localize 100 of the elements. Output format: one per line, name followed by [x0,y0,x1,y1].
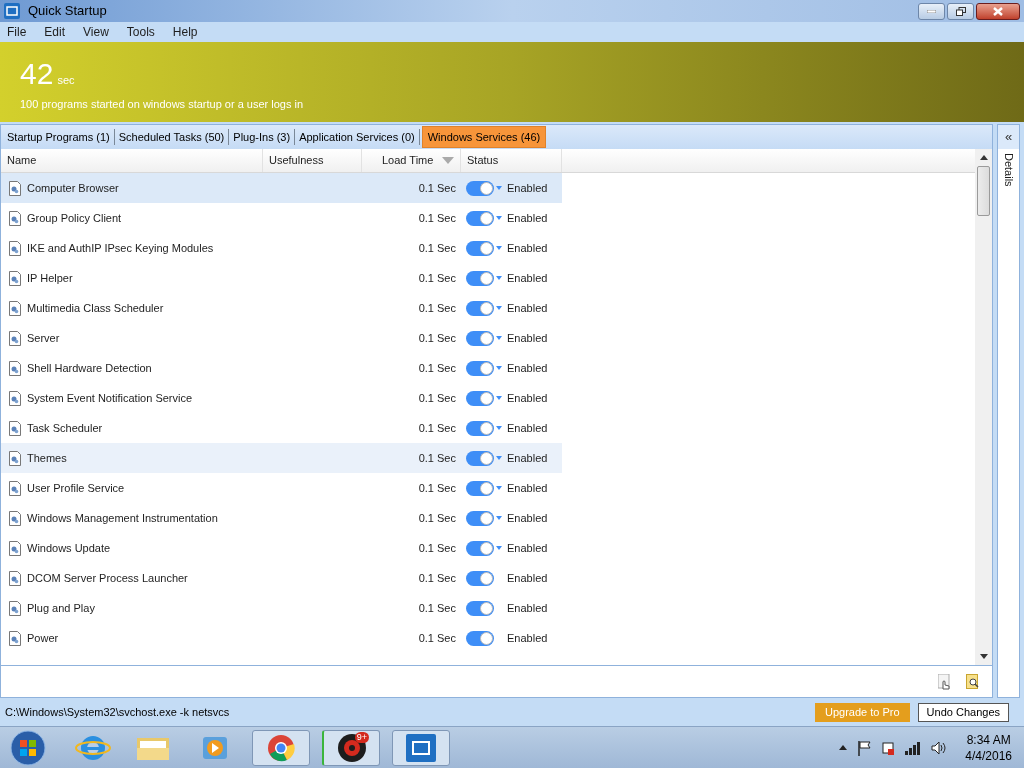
startup-time: 42 [20,58,54,90]
service-file-icon [9,210,21,226]
toggle-switch[interactable] [466,300,494,316]
toggle-switch[interactable] [466,480,494,496]
tab[interactable]: Startup Programs (1) [3,126,114,148]
table-row[interactable]: Power 0.1 Sec Enabled [1,623,562,653]
dropdown-caret-icon[interactable] [496,456,502,460]
service-name: Task Scheduler [27,420,103,436]
dropdown-caret-icon[interactable] [496,396,502,400]
service-file-icon [9,360,21,376]
close-icon [993,6,1003,16]
toggle-switch[interactable] [466,330,494,346]
volume-icon[interactable] [931,740,948,755]
details-label[interactable]: Details [1000,153,1017,187]
toggle-switch[interactable] [466,180,494,196]
toggle-switch[interactable] [466,540,494,556]
time-unit: sec [57,72,75,88]
table-row[interactable]: DCOM Server Process Launcher 0.1 Sec Enabled [1,563,562,593]
toggle-switch[interactable] [466,450,494,466]
load-time: 0.1 Sec [418,450,456,466]
menu-item[interactable]: View [82,23,110,41]
table-row[interactable]: Computer Browser 0.1 Sec Enabled [1,173,562,203]
tab[interactable]: Windows Services (46) [421,126,547,148]
tab[interactable]: Application Services (0) [295,126,419,148]
service-name: Shell Hardware Detection [27,360,152,376]
dropdown-caret-icon[interactable] [496,216,502,220]
search-document-icon[interactable] [966,673,980,690]
tab[interactable]: Scheduled Tasks (50) [114,126,229,148]
status-text: Enabled [507,300,548,316]
load-time: 0.1 Sec [418,300,456,316]
service-file-icon [9,270,21,286]
service-file-icon [9,450,21,466]
menu-item[interactable]: Edit [43,23,67,41]
menu-item[interactable]: Help [171,23,199,41]
column-header[interactable]: Usefulness [263,149,362,172]
dropdown-caret-icon[interactable] [496,276,502,280]
clock-date[interactable]: 4/4/2016 [965,747,1012,764]
dropdown-caret-icon[interactable] [496,306,502,310]
toggle-switch[interactable] [466,510,494,526]
table-row[interactable]: IP Helper 0.1 Sec Enabled [1,263,562,293]
toggle-switch[interactable] [466,570,494,586]
table-row[interactable]: System Event Notification Service 0.1 Sec Enabled [1,383,562,413]
table-row[interactable]: Task Scheduler 0.1 Sec Enabled [1,413,562,443]
menu-item[interactable]: File [6,23,28,41]
power-plug-icon[interactable] [881,739,896,756]
table-row[interactable]: Windows Update 0.1 Sec Enabled [1,533,562,563]
close-button[interactable] [976,2,1020,20]
start-button[interactable] [10,729,46,766]
scrollbar[interactable] [975,149,992,665]
column-header[interactable]: Status [461,149,562,172]
taskbar-item[interactable] [392,729,450,766]
dropdown-caret-icon[interactable] [496,426,502,430]
dropdown-caret-icon[interactable] [496,366,502,370]
dropdown-caret-icon[interactable] [496,486,502,490]
toggle-switch[interactable] [466,630,494,646]
table-row[interactable]: Multimedia Class Scheduler 0.1 Sec Enabled [1,293,562,323]
table-row[interactable]: IKE and AuthIP IPsec Keying Modules 0.1 Sec Enabled [1,233,562,263]
toggle-switch[interactable] [466,420,494,436]
table-row[interactable]: Group Policy Client 0.1 Sec Enabled [1,203,562,233]
taskbar-item[interactable] [252,729,310,766]
toggle-switch[interactable] [466,210,494,226]
restore-button[interactable] [947,2,974,20]
table-row[interactable]: User Profile Service 0.1 Sec Enabled [1,473,562,503]
load-time: 0.1 Sec [418,480,456,496]
table-row[interactable]: Windows Management Instrumentation 0.1 Sec Enabled [1,503,562,533]
service-file-icon [9,330,21,346]
status-text: Enabled [507,420,548,436]
menu-item[interactable]: Tools [125,23,156,41]
table-row[interactable]: Themes 0.1 Sec Enabled [1,443,562,473]
dropdown-caret-icon[interactable] [496,186,502,190]
show-hidden-icon[interactable] [839,745,848,750]
dropdown-caret-icon[interactable] [496,336,502,340]
load-time: 0.1 Sec [418,570,456,586]
file-path: C:\Windows\System32\svchost.exe -k netsvcs [5,704,230,720]
hand-icon[interactable] [938,673,952,690]
table-row[interactable]: Plug and Play 0.1 Sec Enabled [1,593,562,623]
taskbar-item[interactable]: 9+ [322,729,380,766]
column-header[interactable]: Name [1,149,263,172]
tab[interactable]: Plug-Ins (3) [229,126,295,148]
column-label: Load Time [382,153,434,169]
toggle-switch[interactable] [466,600,494,616]
clock-time[interactable]: 8:34 AM [966,731,1011,748]
dropdown-caret-icon[interactable] [496,246,502,250]
load-time: 0.1 Sec [418,510,456,526]
undo-button[interactable]: Undo Changes [917,702,1009,722]
toggle-switch[interactable] [466,240,494,256]
dropdown-caret-icon[interactable] [496,546,502,550]
service-file-icon [9,540,21,556]
collapse-button[interactable]: « [998,125,1019,149]
column-header[interactable]: Load Time [362,149,461,172]
toggle-switch[interactable] [466,270,494,286]
service-file-icon [9,180,21,196]
flag-icon[interactable] [857,739,872,756]
scroll-thumb[interactable] [977,166,990,216]
toggle-switch[interactable] [466,390,494,406]
table-row[interactable]: Server 0.1 Sec Enabled [1,323,562,353]
signal-icon[interactable] [905,740,922,755]
dropdown-caret-icon[interactable] [496,516,502,520]
toggle-switch[interactable] [466,360,494,376]
table-row[interactable]: Shell Hardware Detection 0.1 Sec Enabled [1,353,562,383]
